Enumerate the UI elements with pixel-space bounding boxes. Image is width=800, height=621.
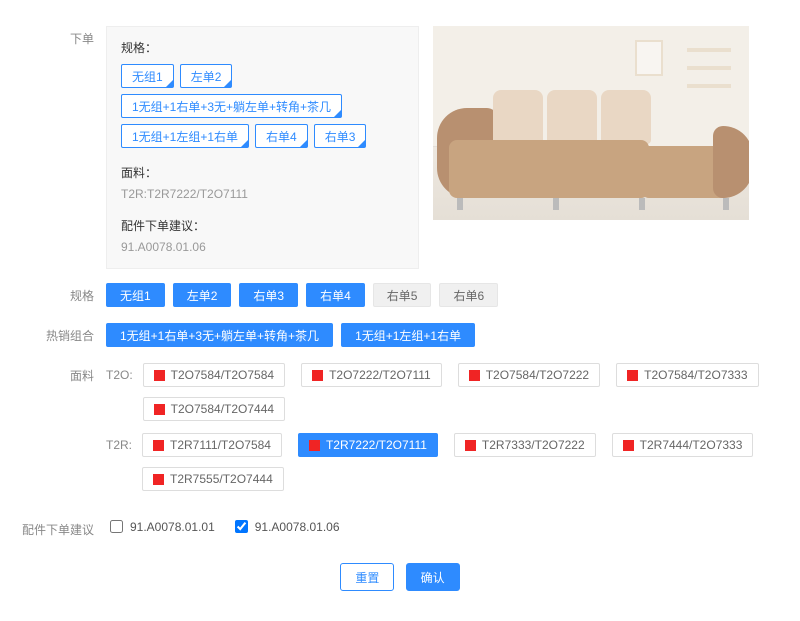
- fabric-option[interactable]: T2R7444/T2O7333: [612, 433, 754, 457]
- summary-spec-tag: 右单3: [314, 124, 367, 148]
- summary-fabric-title: 面料：: [121, 164, 404, 181]
- order-section-label: 下单: [20, 26, 106, 52]
- spec-option[interactable]: 左单2: [173, 283, 232, 307]
- accessory-option-label: 91.A0078.01.06: [255, 520, 340, 534]
- color-swatch: [153, 440, 164, 451]
- fabric-groups: T2O: T2O7584/T2O7584 T2O7222/T2O7111 T2O758…: [106, 363, 780, 503]
- color-swatch: [623, 440, 634, 451]
- fabric-option[interactable]: T2R7111/T2O7584: [142, 433, 282, 457]
- accessory-option[interactable]: 91.A0078.01.01: [106, 517, 215, 536]
- summary-spec-tag: 1无组+1右单+3无+躺左单+转角+茶几: [121, 94, 342, 118]
- color-swatch: [469, 370, 480, 381]
- accessory-label: 配件下单建议: [20, 517, 106, 543]
- spec-options: 无组1 左单2 右单3 右单4 右单5 右单6: [106, 283, 780, 307]
- fabric-label: 面料: [20, 363, 106, 389]
- fabric-option-label: T2O7584/T2O7222: [486, 368, 589, 382]
- fabric-option-label: T2O7222/T2O7111: [329, 368, 431, 382]
- color-swatch: [153, 474, 164, 485]
- summary-suggest-value: 91.A0078.01.06: [121, 240, 404, 254]
- accessory-options: 91.A0078.01.01 91.A0078.01.06: [106, 517, 780, 536]
- fabric-option-label: T2R7111/T2O7584: [170, 438, 271, 452]
- confirm-button[interactable]: 确认: [406, 563, 460, 591]
- summary-spec-tag: 左单2: [180, 64, 233, 88]
- summary-spec-tag: 右单4: [255, 124, 308, 148]
- accessory-checkbox[interactable]: [235, 520, 248, 533]
- order-summary-card: 规格： 无组1左单2 1无组+1右单+3无+躺左单+转角+茶几 1无组+1左组+1右…: [106, 26, 419, 269]
- fabric-option[interactable]: T2O7584/T2O7333: [616, 363, 758, 387]
- fabric-group-lead: T2O:: [106, 363, 133, 387]
- summary-spec-title: 规格：: [121, 39, 404, 56]
- summary-spec-tags: 无组1左单2 1无组+1右单+3无+躺左单+转角+茶几 1无组+1左组+1右单右单4…: [121, 64, 404, 148]
- product-preview-image: [433, 26, 749, 220]
- fabric-option-label: T2R7555/T2O7444: [170, 472, 273, 486]
- spec-option[interactable]: 无组1: [106, 283, 165, 307]
- color-swatch: [312, 370, 323, 381]
- fabric-option-label: T2O7584/T2O7584: [171, 368, 274, 382]
- fabric-option[interactable]: T2O7584/T2O7444: [143, 397, 285, 421]
- color-swatch: [154, 404, 165, 415]
- combo-options: 1无组+1右单+3无+躺左单+转角+茶几 1无组+1左组+1右单: [106, 323, 780, 347]
- fabric-option[interactable]: T2O7584/T2O7222: [458, 363, 600, 387]
- accessory-option-label: 91.A0078.01.01: [130, 520, 215, 534]
- fabric-option[interactable]: T2O7584/T2O7584: [143, 363, 285, 387]
- fabric-option-label: T2O7584/T2O7333: [644, 368, 747, 382]
- summary-spec-tag: 1无组+1左组+1右单: [121, 124, 249, 148]
- fabric-group-lead: T2R:: [106, 433, 132, 457]
- footer-actions: 重置 确认: [20, 563, 780, 591]
- fabric-option-label: T2R7333/T2O7222: [482, 438, 585, 452]
- fabric-option[interactable]: T2R7333/T2O7222: [454, 433, 596, 457]
- accessory-option[interactable]: 91.A0078.01.06: [231, 517, 340, 536]
- summary-spec-tag: 无组1: [121, 64, 174, 88]
- spec-option[interactable]: 右单3: [239, 283, 298, 307]
- spec-option[interactable]: 右单6: [439, 283, 498, 307]
- color-swatch: [465, 440, 476, 451]
- fabric-option-label: T2R7222/T2O7111: [326, 438, 427, 452]
- fabric-option[interactable]: T2O7222/T2O7111: [301, 363, 442, 387]
- spec-label: 规格: [20, 283, 106, 309]
- accessory-checkbox[interactable]: [110, 520, 123, 533]
- combo-option[interactable]: 1无组+1右单+3无+躺左单+转角+茶几: [106, 323, 333, 347]
- spec-option[interactable]: 右单5: [373, 283, 432, 307]
- summary-suggest-title: 配件下单建议：: [121, 217, 404, 234]
- combo-label: 热销组合: [20, 323, 106, 349]
- fabric-option-label: T2R7444/T2O7333: [640, 438, 743, 452]
- spec-option[interactable]: 右单4: [306, 283, 365, 307]
- fabric-option[interactable]: T2R7555/T2O7444: [142, 467, 284, 491]
- combo-option[interactable]: 1无组+1左组+1右单: [341, 323, 475, 347]
- color-swatch: [309, 440, 320, 451]
- fabric-option[interactable]: T2R7222/T2O7111: [298, 433, 438, 457]
- fabric-option-label: T2O7584/T2O7444: [171, 402, 274, 416]
- color-swatch: [154, 370, 165, 381]
- reset-button[interactable]: 重置: [340, 563, 394, 591]
- summary-fabric-value: T2R:T2R7222/T2O7111: [121, 187, 404, 201]
- color-swatch: [627, 370, 638, 381]
